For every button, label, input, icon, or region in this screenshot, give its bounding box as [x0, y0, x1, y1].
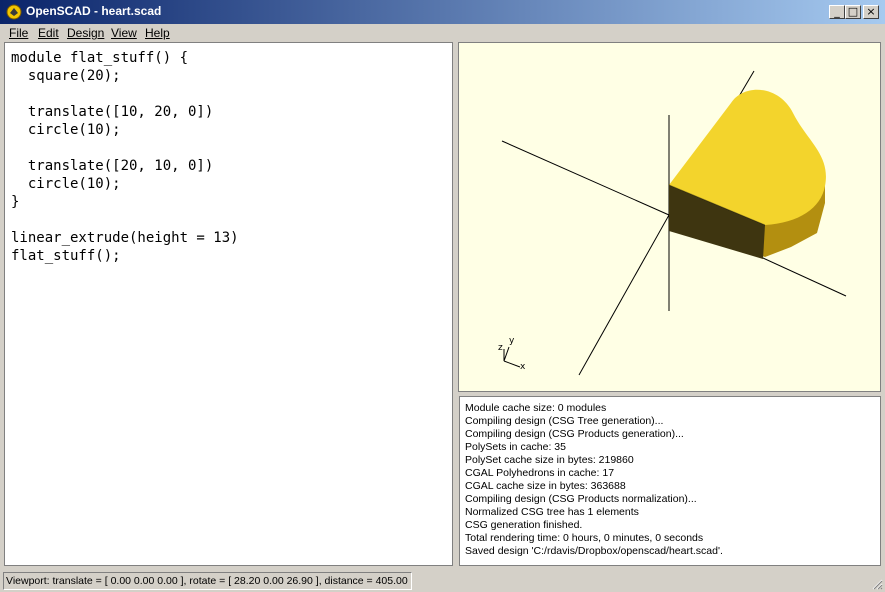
menu-edit[interactable]: Edit: [38, 26, 59, 40]
console-line: Compiling design (CSG Products generatio…: [465, 428, 684, 440]
axis-label-z: z: [498, 343, 503, 353]
console-line: CGAL cache size in bytes: 363688: [465, 480, 626, 492]
menu-file[interactable]: File: [9, 26, 28, 40]
axis-line-y-neg: [578, 214, 670, 376]
maximize-button[interactable]: □: [845, 5, 861, 19]
menu-design-label: Design: [67, 26, 105, 40]
axis-label-x: x: [520, 362, 526, 372]
menu-file-label: File: [9, 26, 29, 40]
openscad-window: OpenSCAD - heart.scad _ □ × File Edit De…: [0, 0, 885, 592]
console-line: Compiling design (CSG Products normaliza…: [465, 493, 697, 505]
console-line: Compiling design (CSG Tree generation)..…: [465, 415, 664, 427]
console-line: CSG generation finished.: [465, 519, 583, 531]
status-bar: Viewport: translate = [ 0.00 0.00 0.00 ]…: [0, 570, 885, 592]
axes-indicator: x y z: [498, 336, 526, 372]
console-line: PolySets in cache: 35: [465, 441, 566, 453]
menu-help-label: Help: [145, 26, 170, 40]
openscad-app-icon: [6, 4, 22, 20]
minimize-button[interactable]: _: [829, 5, 845, 19]
title-bar[interactable]: OpenSCAD - heart.scad _ □ ×: [0, 0, 885, 24]
resize-grip-icon[interactable]: [871, 578, 883, 590]
console-output[interactable]: Module cache size: 0 modules Compiling d…: [459, 396, 881, 566]
axis-line-x-neg: [501, 140, 670, 216]
console-line: CGAL Polyhedrons in cache: 17: [465, 467, 615, 479]
console-line: Total rendering time: 0 hours, 0 minutes…: [465, 532, 704, 544]
menu-design[interactable]: Design: [67, 26, 104, 40]
console-line: PolySet cache size in bytes: 219860: [465, 454, 634, 466]
console-line: Saved design 'C:/rdavis/Dropbox/openscad…: [465, 545, 723, 557]
menu-edit-label: Edit: [38, 26, 59, 40]
viewport-canvas[interactable]: x y z: [459, 43, 880, 391]
3d-viewport[interactable]: x y z: [458, 42, 881, 392]
window-title: OpenSCAD - heart.scad: [26, 4, 162, 18]
menu-view[interactable]: View: [111, 26, 137, 40]
status-viewport-text: Viewport: translate = [ 0.00 0.00 0.00 ]…: [3, 572, 412, 590]
axis-label-y: y: [509, 336, 515, 346]
code-editor[interactable]: module flat_stuff() { square(20); transl…: [4, 42, 453, 566]
code-text[interactable]: module flat_stuff() { square(20); transl…: [11, 49, 239, 265]
menu-help[interactable]: Help: [145, 26, 170, 40]
close-button[interactable]: ×: [863, 5, 879, 19]
console-line: Normalized CSG tree has 1 elements: [465, 506, 639, 518]
menu-bar: File Edit Design View Help: [0, 24, 885, 42]
console-line: Module cache size: 0 modules: [465, 402, 607, 414]
menu-view-label: View: [111, 26, 137, 40]
